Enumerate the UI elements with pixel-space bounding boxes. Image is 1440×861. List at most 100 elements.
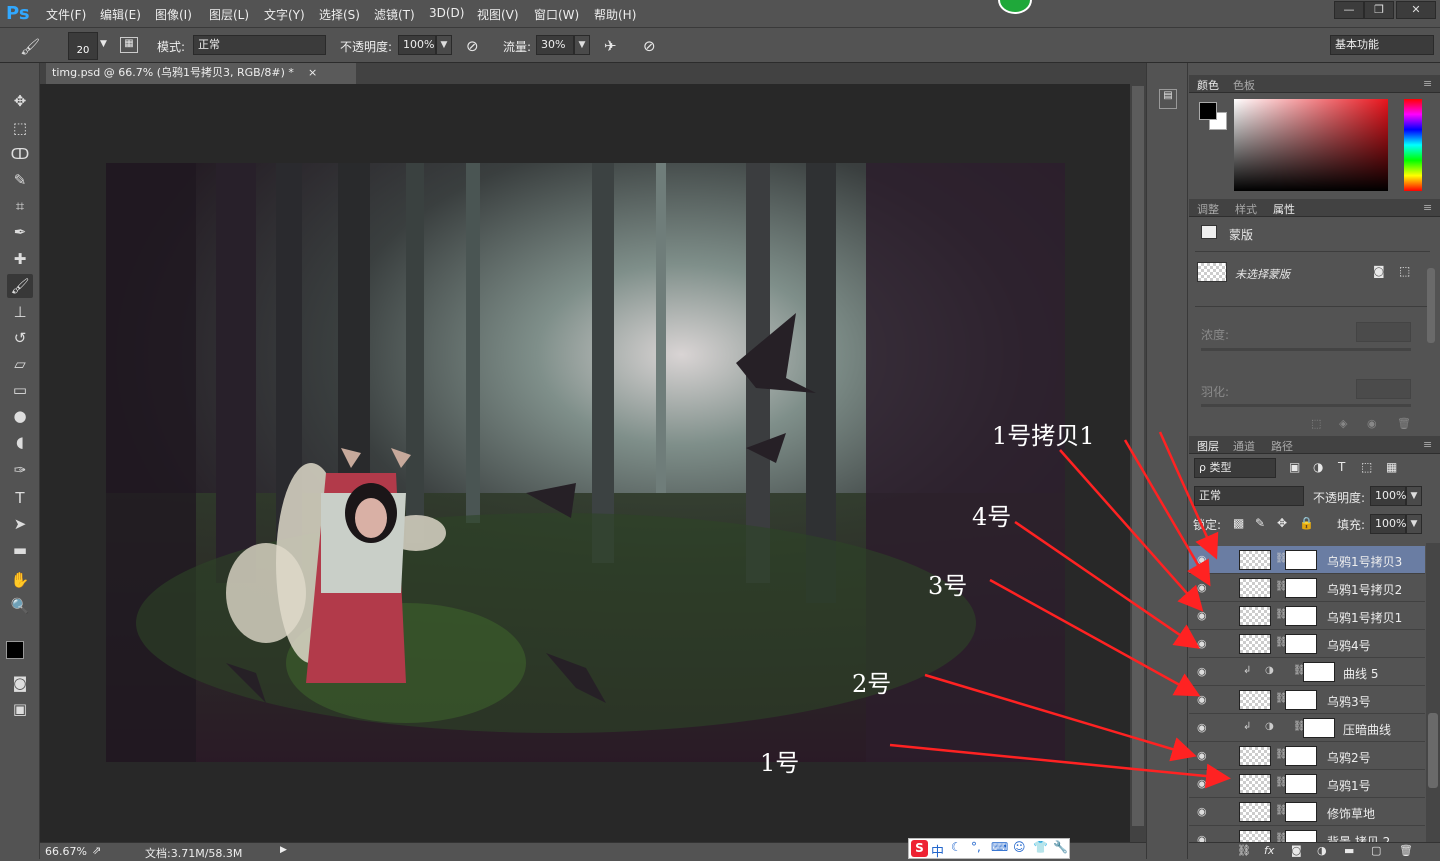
menu-item[interactable]: 窗口(W) (534, 6, 579, 23)
menu-item[interactable]: 文字(Y) (264, 6, 305, 23)
close-tab-icon[interactable]: × (308, 63, 317, 83)
adjustment-icon[interactable]: ◑ (1317, 844, 1327, 857)
pixel-mask-icon[interactable]: ◙ (1373, 264, 1385, 278)
eye-icon[interactable]: ◉ (1197, 749, 1211, 763)
flow-input[interactable]: 30% (536, 35, 574, 55)
eye-icon[interactable]: ◉ (1197, 553, 1211, 567)
tab-layers[interactable]: 图层 (1197, 438, 1219, 454)
layer-mask-thumbnail[interactable] (1285, 746, 1317, 766)
status-menu-icon[interactable]: ▶ (280, 845, 287, 855)
lock-all-icon[interactable]: 🔒 (1299, 516, 1314, 530)
layer-mask-thumbnail[interactable] (1285, 634, 1317, 654)
punct-icon[interactable]: °, (971, 840, 981, 854)
layer-mask-thumbnail[interactable] (1303, 662, 1335, 682)
color-field[interactable] (1234, 99, 1388, 191)
link-icon[interactable]: ⛓ (1237, 844, 1251, 857)
feather-slider[interactable] (1201, 404, 1411, 407)
menu-item[interactable]: 3D(D) (429, 6, 464, 20)
trash-icon[interactable]: 🗑 (1399, 844, 1413, 857)
layer-thumbnail[interactable] (1239, 550, 1271, 570)
dodge-tool-icon[interactable]: ◖ (7, 430, 33, 454)
history-brush-icon[interactable]: ↺ (7, 326, 33, 350)
menu-item[interactable]: 编辑(E) (100, 6, 141, 23)
fx-icon[interactable]: fx (1264, 844, 1274, 857)
layer-row[interactable]: ◉ ⛓ 乌鸦2号 (1189, 742, 1425, 770)
layer-mask-thumbnail[interactable] (1285, 802, 1317, 822)
props-scrollbar[interactable] (1427, 268, 1435, 343)
filter-shape-icon[interactable]: ⬚ (1361, 460, 1372, 474)
healing-tool-icon[interactable]: ✚ (7, 247, 33, 271)
eye-icon[interactable]: ◉ (1197, 581, 1211, 595)
tools-icon[interactable]: 🔧 (1053, 840, 1068, 854)
skin-icon[interactable]: 👕 (1033, 840, 1048, 854)
restore-button[interactable]: ❐ (1364, 1, 1394, 19)
menu-item[interactable]: 帮助(H) (594, 6, 636, 23)
panel-menu-icon[interactable]: ≡ (1423, 438, 1432, 451)
lasso-tool-icon[interactable]: ↀ (7, 142, 33, 166)
minimize-button[interactable]: — (1334, 1, 1364, 19)
layer-thumbnail[interactable] (1239, 774, 1271, 794)
menu-item[interactable]: 视图(V) (477, 6, 519, 23)
eye-icon[interactable]: ◉ (1197, 721, 1211, 735)
brush-panel-icon[interactable]: ▦ (120, 37, 138, 53)
eye-icon[interactable]: ◉ (1197, 805, 1211, 819)
layer-opacity-input[interactable]: 100% (1370, 486, 1406, 506)
layer-thumbnail[interactable] (1239, 746, 1271, 766)
density-input[interactable] (1356, 322, 1411, 342)
quick-mask-icon[interactable]: ◙ (7, 671, 33, 695)
hand-tool-icon[interactable]: ✋ (7, 568, 33, 592)
layer-mask-thumbnail[interactable] (1285, 774, 1317, 794)
blend-mode-select[interactable]: 正常 (1194, 486, 1304, 506)
filter-type-icon[interactable]: T (1338, 460, 1345, 474)
trash-icon[interactable]: 🗑 (1397, 417, 1411, 430)
tab-properties[interactable]: 属性 (1273, 201, 1295, 217)
export-icon[interactable]: ⇗ (92, 844, 101, 857)
type-tool-icon[interactable]: T (7, 486, 33, 510)
quick-select-tool-icon[interactable]: ✎ (7, 168, 33, 192)
pen-tool-icon[interactable]: ✑ (7, 458, 33, 482)
layer-thumbnail[interactable] (1239, 802, 1271, 822)
layer-mask-thumbnail[interactable] (1285, 578, 1317, 598)
eye-icon[interactable]: ◉ (1197, 777, 1211, 791)
moon-icon[interactable]: ☾ (951, 840, 962, 854)
layer-row[interactable]: ◉ ⛓ 乌鸦1号拷贝3 (1189, 546, 1425, 574)
lock-paint-icon[interactable]: ✎ (1255, 516, 1265, 530)
filter-adjust-icon[interactable]: ◑ (1313, 460, 1323, 474)
screen-mode-icon[interactable]: ▣ (7, 697, 33, 721)
layer-filter-select[interactable]: ρ 类型 (1194, 458, 1276, 478)
tab-paths[interactable]: 路径 (1271, 438, 1293, 454)
crop-tool-icon[interactable]: ⌗ (7, 194, 33, 218)
brush-tool-icon[interactable]: 🖌 (20, 37, 40, 56)
eye-icon[interactable]: ◉ (1197, 609, 1211, 623)
menu-item[interactable]: 文件(F) (46, 6, 86, 23)
layer-row[interactable]: ◉ ↲ ◑ ⛓ 曲线 5 (1189, 658, 1425, 686)
layer-row[interactable]: ◉ ⛓ 乌鸦4号 (1189, 630, 1425, 658)
layer-mask-thumbnail[interactable] (1285, 550, 1317, 570)
tab-styles[interactable]: 样式 (1235, 201, 1257, 217)
keyboard-icon[interactable]: ⌨ (991, 840, 1008, 854)
ime-mode[interactable]: 中 (931, 841, 944, 860)
pressure-size-icon[interactable]: ⊘ (643, 37, 656, 55)
zoom-level[interactable]: 66.67% (45, 845, 87, 858)
vector-mask-icon[interactable]: ⬚ (1399, 264, 1410, 278)
user-icon[interactable]: ☺ (1013, 840, 1026, 854)
eye-icon[interactable]: ◉ (1367, 417, 1377, 430)
document-tab[interactable]: timg.psd @ 66.7% (乌鸦1号拷贝3, RGB/8#) * × (46, 63, 356, 84)
workspace-select[interactable]: 基本功能 (1330, 35, 1434, 55)
menu-item[interactable]: 图像(I) (155, 6, 192, 23)
close-button[interactable]: ✕ (1396, 1, 1436, 19)
layer-row[interactable]: ◉ ⛓ 乌鸦3号 (1189, 686, 1425, 714)
new-layer-icon[interactable]: ▢ (1371, 844, 1381, 857)
feather-input[interactable] (1356, 379, 1411, 399)
density-slider[interactable] (1201, 348, 1411, 351)
eye-icon[interactable]: ◉ (1197, 693, 1211, 707)
apply-mask-icon[interactable]: ◈ (1339, 417, 1347, 430)
brush-preset-picker[interactable]: 20 (68, 32, 98, 60)
menu-item[interactable]: 图层(L) (209, 6, 249, 23)
tab-channels[interactable]: 通道 (1233, 438, 1255, 454)
ime-toolbar[interactable]: S 中 ☾ °, ⌨ ☺ 👕 🔧 (908, 838, 1070, 860)
menu-item[interactable]: 选择(S) (319, 6, 360, 23)
layer-mask-thumbnail[interactable] (1285, 690, 1317, 710)
shape-tool-icon[interactable]: ▬ (7, 538, 33, 562)
hue-slider[interactable] (1404, 99, 1422, 191)
